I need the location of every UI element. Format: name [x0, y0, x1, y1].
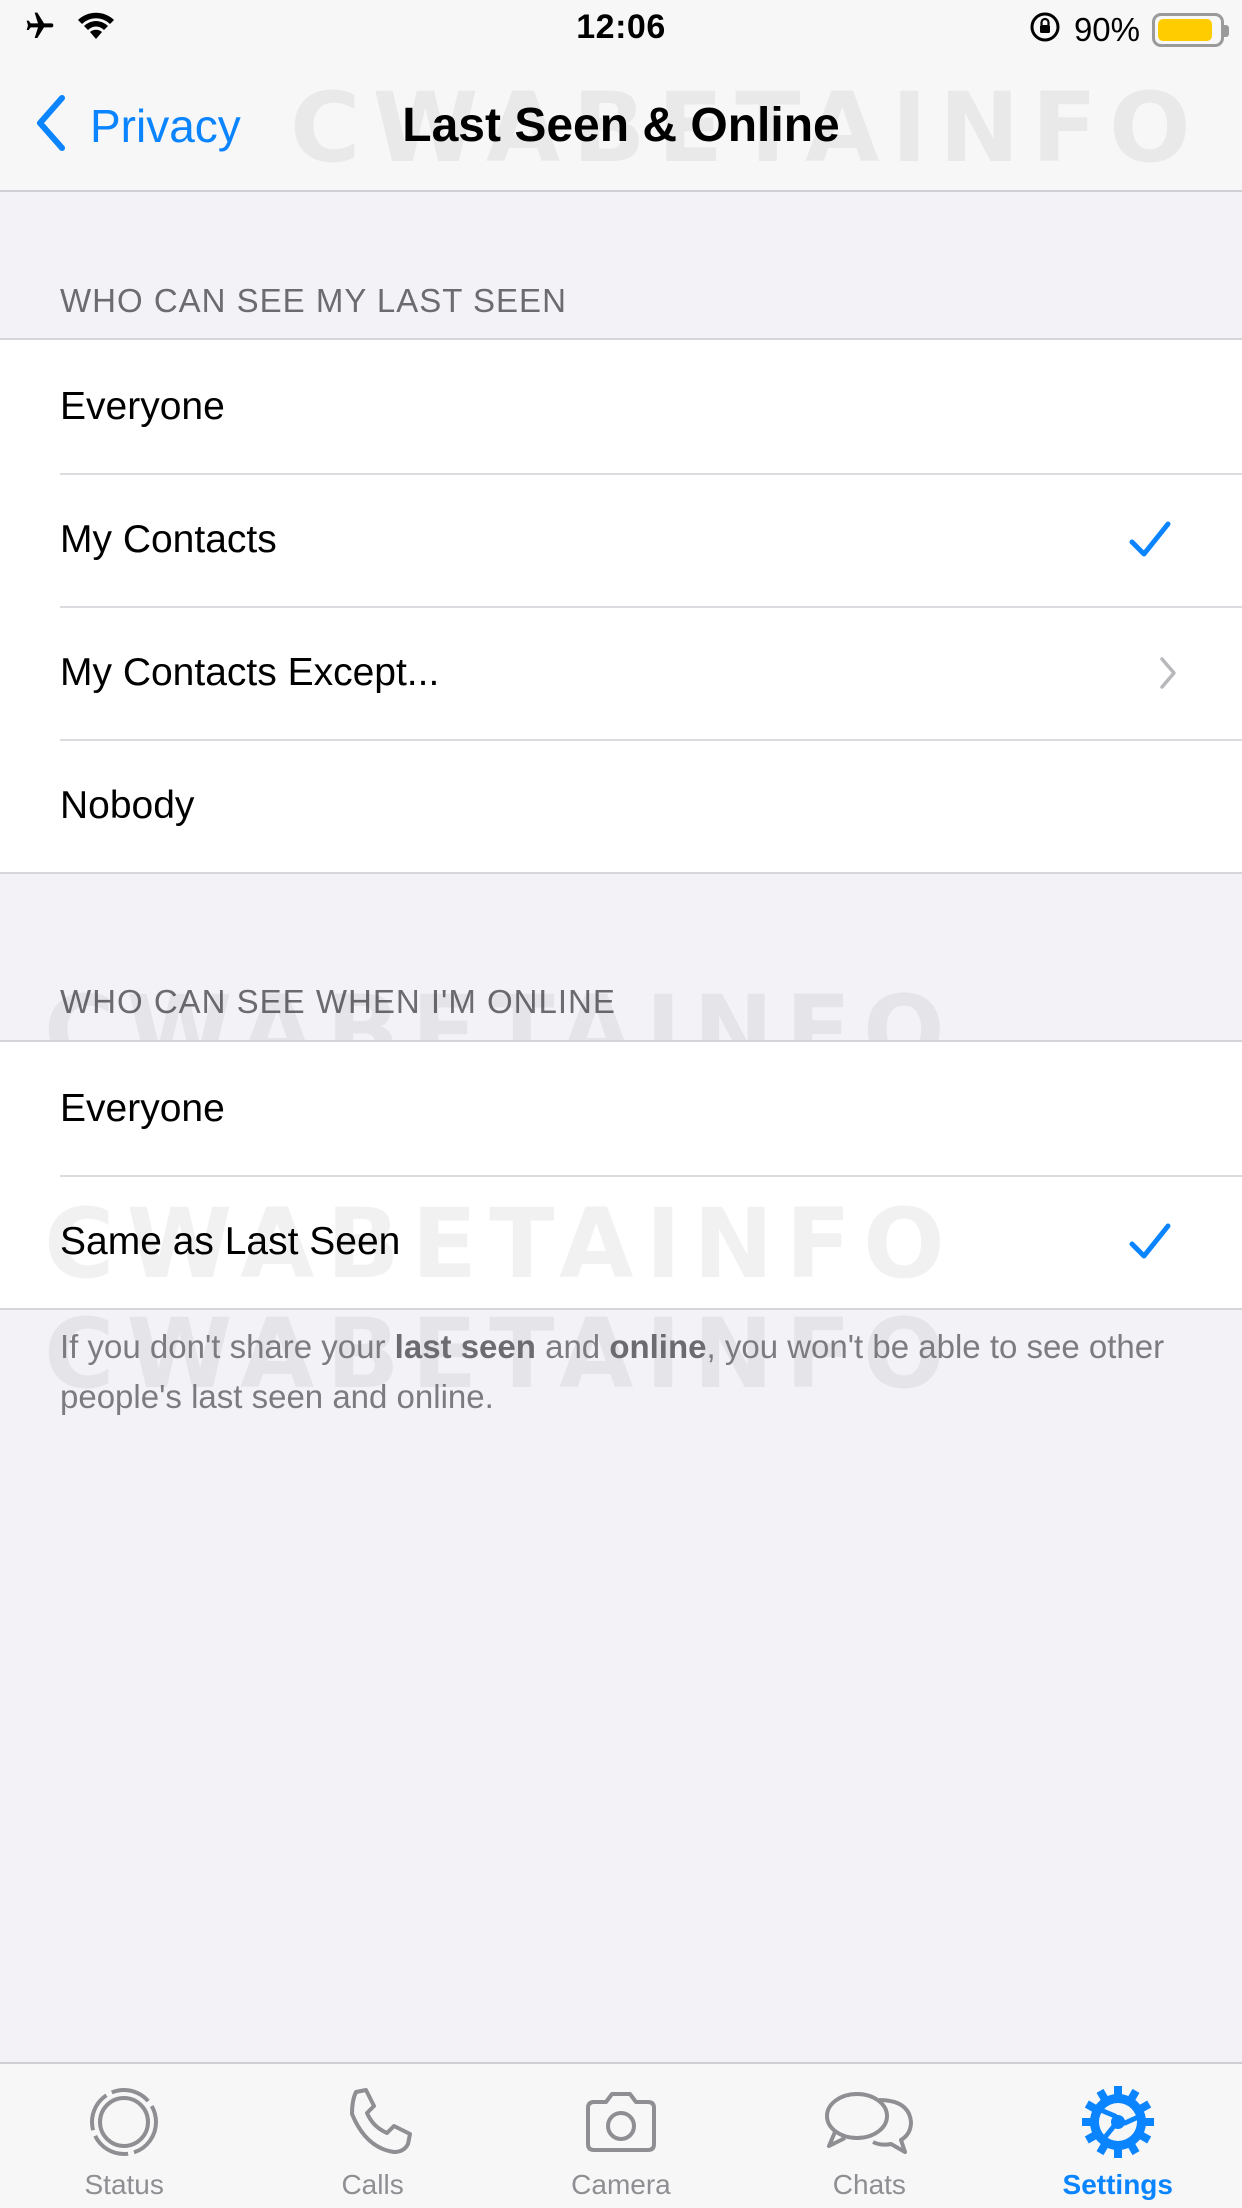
tab-status[interactable]: Status [24, 2064, 224, 2208]
gear-icon [1079, 2086, 1157, 2163]
option-label: My Contacts Except... [60, 650, 440, 694]
last-seen-option-nobody[interactable]: Nobody [0, 739, 1242, 872]
page-title: Last Seen & Online [402, 99, 840, 152]
tab-chats[interactable]: Chats [769, 2064, 969, 2208]
option-label: Same as Last Seen [60, 1219, 401, 1263]
online-options: Everyone Same as Last Seen [0, 1040, 1242, 1310]
footer-text: If you don't share your [60, 1328, 395, 1365]
tab-settings[interactable]: Settings [1018, 2064, 1218, 2208]
last-seen-option-everyone[interactable]: Everyone [0, 340, 1242, 473]
last-seen-option-my-contacts[interactable]: My Contacts [0, 473, 1242, 606]
option-label: Nobody [60, 783, 195, 827]
checkmark-icon [1128, 1222, 1172, 1262]
tab-label: Settings [1062, 2169, 1173, 2200]
chats-icon [819, 2086, 919, 2163]
status-bar: 12:06 90% [0, 0, 1242, 60]
battery-percent: 90% [1073, 10, 1140, 48]
orientation-lock-icon [1028, 10, 1062, 49]
tab-bar: Status Calls Camera Chats Settings [0, 2062, 1242, 2208]
online-section-header: WHO CAN SEE WHEN I'M ONLINE [60, 983, 616, 1020]
camera-icon [582, 2086, 660, 2163]
tab-label: Chats [832, 2169, 906, 2200]
footer-bold: last seen [394, 1328, 536, 1365]
tab-calls[interactable]: Calls [273, 2064, 473, 2208]
chevron-right-icon [1158, 656, 1178, 690]
tab-camera[interactable]: Camera [521, 2064, 721, 2208]
phone-icon [334, 2086, 412, 2163]
battery-icon [1152, 12, 1229, 47]
status-icon [85, 2086, 163, 2163]
option-label: Everyone [60, 1086, 225, 1130]
option-label: My Contacts [60, 517, 277, 561]
last-seen-option-my-contacts-except[interactable]: My Contacts Except... [0, 606, 1242, 739]
last-seen-online-screen: 12:06 90% Privacy Last Seen & Online CWA… [0, 0, 1242, 2208]
footer-text: and [535, 1328, 610, 1365]
option-label: Everyone [60, 384, 225, 428]
online-option-same-as-last-seen[interactable]: Same as Last Seen [0, 1175, 1242, 1308]
checkmark-icon [1128, 520, 1172, 560]
last-seen-options: Everyone My Contacts My Contacts Except.… [0, 338, 1242, 874]
footer-note: If you don't share your last seen and on… [60, 1322, 1190, 1422]
tab-label: Calls [341, 2169, 404, 2200]
tab-label: Camera [571, 2169, 671, 2200]
footer-bold: online [609, 1328, 707, 1365]
status-right: 90% [1028, 10, 1229, 49]
last-seen-section-header: WHO CAN SEE MY LAST SEEN [60, 282, 567, 319]
tab-label: Status [84, 2169, 164, 2200]
navigation-bar: Privacy Last Seen & Online CWABETAINFO [0, 60, 1242, 192]
online-option-everyone[interactable]: Everyone [0, 1042, 1242, 1175]
battery-level [1158, 18, 1212, 41]
